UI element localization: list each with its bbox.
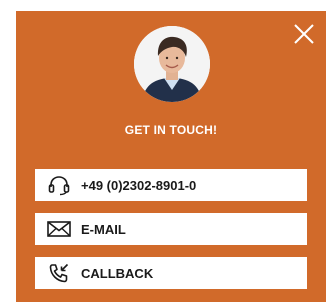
callback-button[interactable]: CALLBACK [35, 257, 307, 289]
callback-label: CALLBACK [81, 265, 154, 281]
headset-icon [45, 174, 73, 196]
envelope-icon [45, 218, 73, 240]
phone-callback-icon [45, 262, 73, 284]
close-icon [294, 24, 314, 44]
email-label: E-MAIL [81, 221, 126, 237]
widget-title: GET IN TOUCH! [124, 123, 218, 137]
avatar [134, 26, 210, 102]
contact-widget: GET IN TOUCH! +49 (0)2302-8901-0 E-MAIL [16, 11, 326, 302]
email-button[interactable]: E-MAIL [35, 213, 307, 245]
phone-label: +49 (0)2302-8901-0 [81, 177, 197, 193]
close-button[interactable] [290, 20, 318, 48]
phone-button[interactable]: +49 (0)2302-8901-0 [35, 169, 307, 201]
